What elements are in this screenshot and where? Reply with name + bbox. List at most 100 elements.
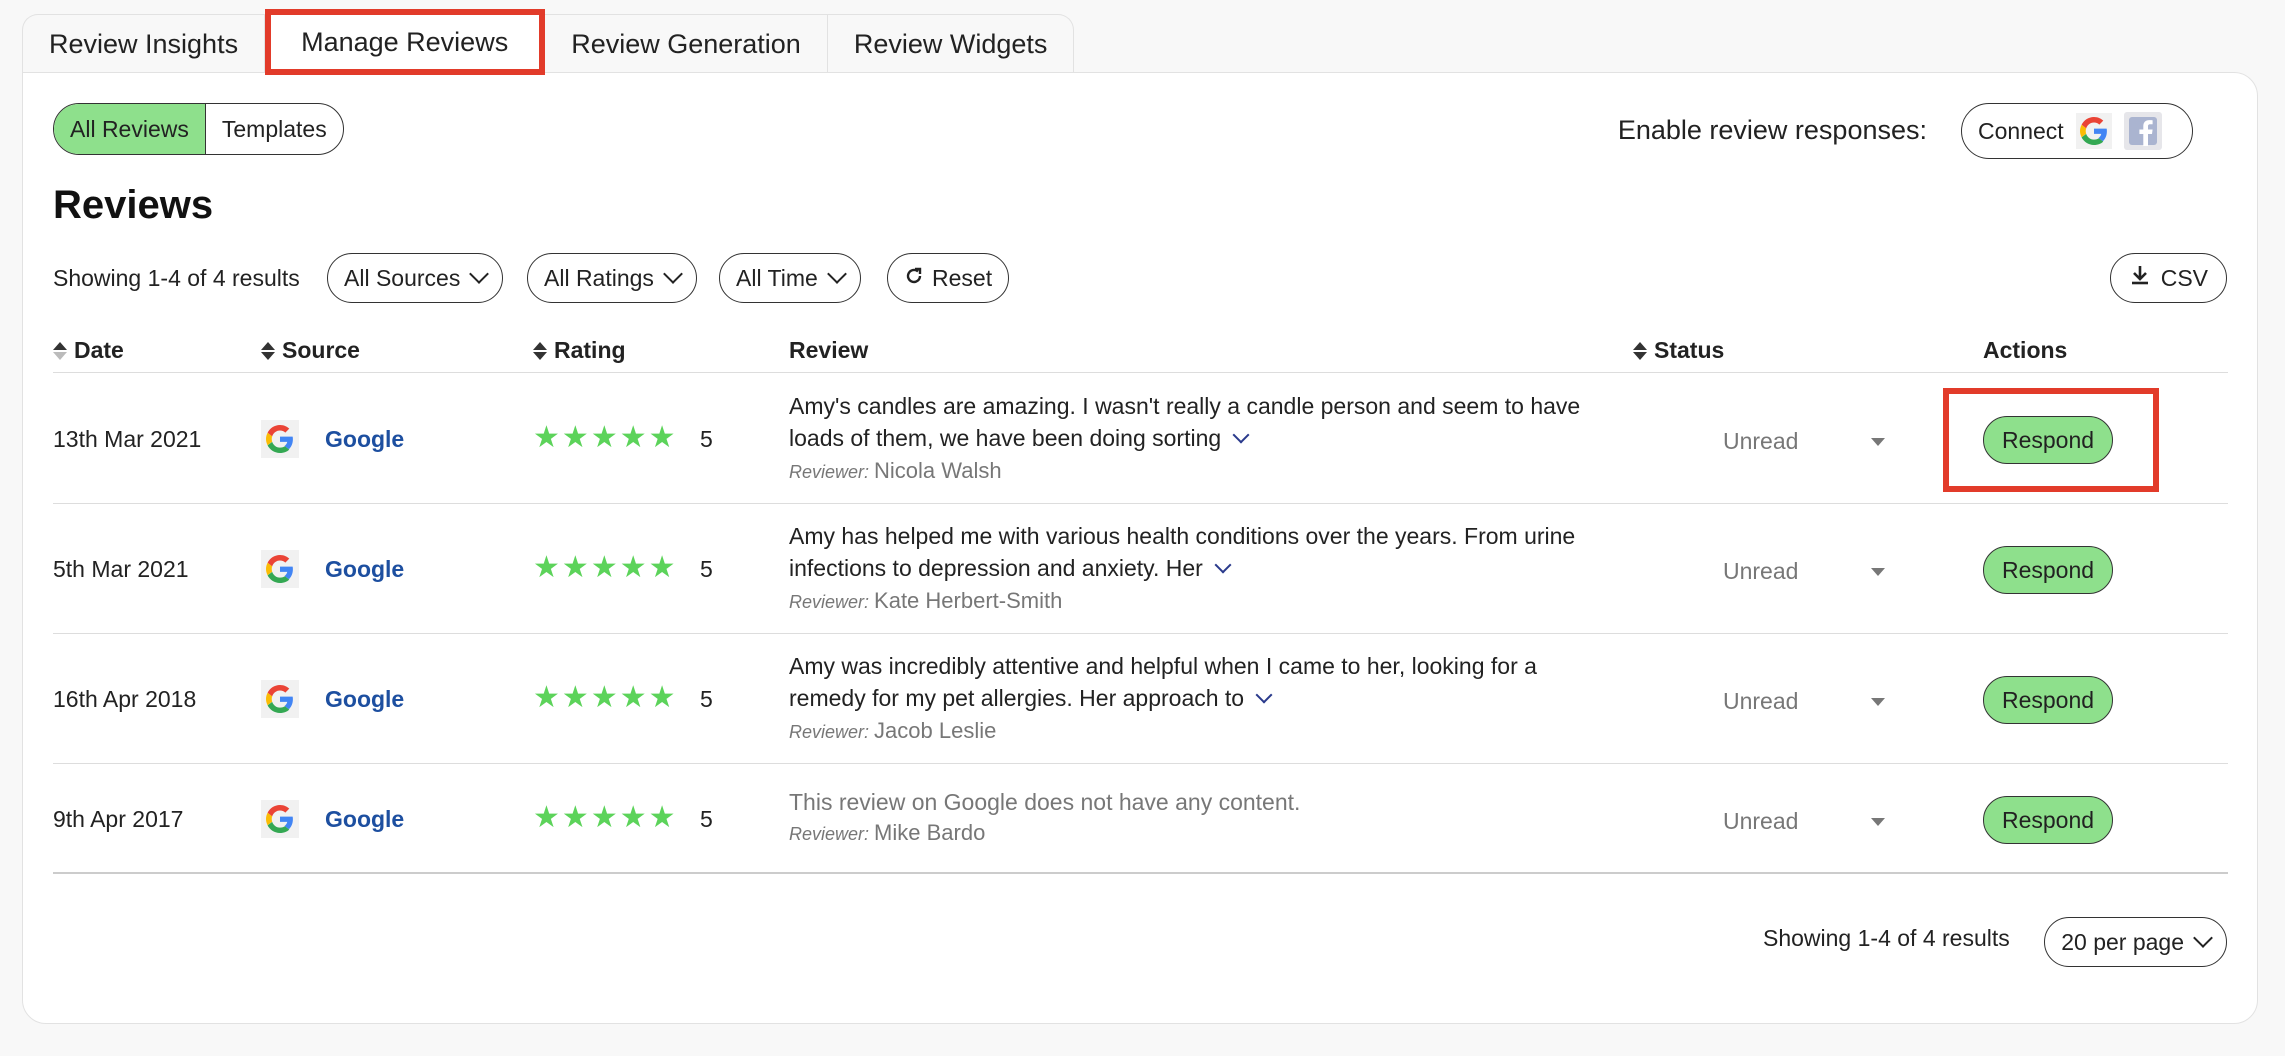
status-value: Unread <box>1723 558 1799 584</box>
status-value: Unread <box>1723 428 1799 454</box>
sources-filter-label: All Sources <box>344 264 461 291</box>
source-column-header[interactable]: Source <box>261 337 360 364</box>
templates-button[interactable]: Templates <box>206 104 343 154</box>
review-text-content: Amy has helped me with various health co… <box>789 523 1576 581</box>
status-column-header[interactable]: Status <box>1633 337 1724 364</box>
rating-header-label: Rating <box>554 337 626 363</box>
star-icon: ★ <box>561 551 589 584</box>
rating-value: 5 <box>700 556 713 582</box>
source-link[interactable]: Google <box>325 426 404 453</box>
source-link[interactable]: Google <box>325 556 404 583</box>
table-row: 16th Apr 2018 Google ★ ★ ★ ★ ★ 5 Amy was inc… <box>53 634 2228 764</box>
respond-button[interactable]: Respond <box>1983 676 2113 724</box>
respond-button[interactable]: Respond <box>1983 796 2113 844</box>
table-row: 13th Mar 2021 Google ★ ★ ★ ★ ★ 5 Amy's candl… <box>53 374 2228 504</box>
google-icon <box>261 800 299 838</box>
review-column-header: Review <box>789 337 868 364</box>
csv-download-button[interactable]: CSV <box>2109 253 2227 303</box>
reviewer: Reviewer: Kate Herbert-Smith <box>789 588 1062 614</box>
google-icon <box>261 680 299 718</box>
rating-value: 5 <box>700 806 713 832</box>
expand-chevron-icon[interactable] <box>1232 426 1250 444</box>
reviewer: Reviewer: Nicola Walsh <box>789 458 1002 484</box>
reset-button[interactable]: Reset <box>887 253 1010 303</box>
page-title: Reviews <box>53 183 214 227</box>
tab-review-generation[interactable]: Review Generation <box>545 15 828 73</box>
reviewer: Reviewer: Mike Bardo <box>789 820 985 846</box>
tab-review-insights[interactable]: Review Insights <box>23 15 266 73</box>
status-dropdown-caret-icon[interactable] <box>1871 818 1885 826</box>
status-value: Unread <box>1723 808 1799 834</box>
source-link[interactable]: Google <box>325 686 404 713</box>
reviewer-label: Reviewer: <box>789 824 870 844</box>
star-icon: ★ <box>619 551 647 584</box>
respond-button[interactable]: Respond <box>1983 416 2113 464</box>
actions-header-label: Actions <box>1983 337 2068 363</box>
table-row: 9th Apr 2017 Google ★ ★ ★ ★ ★ 5 This review … <box>53 764 2228 874</box>
star-icon: ★ <box>561 421 589 454</box>
review-date: 5th Mar 2021 <box>53 556 189 582</box>
rating-column-header[interactable]: Rating <box>533 337 626 364</box>
status-dropdown-caret-icon[interactable] <box>1871 438 1885 446</box>
status-header-label: Status <box>1654 337 1725 363</box>
reviewer-name: Nicola Walsh <box>874 458 1002 483</box>
connect-button[interactable]: Connect <box>1961 103 2193 159</box>
reviewer-label: Reviewer: <box>789 592 870 612</box>
expand-chevron-icon[interactable] <box>1255 686 1273 704</box>
reviewer-name: Jacob Leslie <box>874 718 997 743</box>
table-row: 5th Mar 2021 Google ★ ★ ★ ★ ★ 5 Amy has help… <box>53 504 2228 634</box>
source-link[interactable]: Google <box>325 806 404 833</box>
tab-bar: Review Insights Manage Reviews Review Ge… <box>22 9 1075 75</box>
ratings-filter-label: All Ratings <box>544 264 654 291</box>
review-date: 13th Mar 2021 <box>53 426 202 452</box>
chevron-down-icon <box>2193 928 2213 948</box>
refresh-icon <box>904 265 924 292</box>
sources-filter[interactable]: All Sources <box>327 253 504 303</box>
sort-icon <box>261 341 275 360</box>
rating-value: 5 <box>700 426 713 452</box>
review-date: 9th Apr 2017 <box>53 806 184 832</box>
actions-column-header: Actions <box>1983 337 2067 364</box>
respond-button[interactable]: Respond <box>1983 546 2113 594</box>
review-text-content: Amy's candles are amazing. I wasn't real… <box>789 393 1581 451</box>
star-icon: ★ <box>533 421 560 454</box>
review-text: Amy has helped me with various health co… <box>789 520 1609 584</box>
time-filter[interactable]: All Time <box>719 253 861 303</box>
date-column-header[interactable]: Date <box>53 337 124 364</box>
reviewer-label: Reviewer: <box>789 722 870 742</box>
status-value: Unread <box>1723 688 1799 714</box>
csv-label: CSV <box>2160 264 2208 291</box>
expand-chevron-icon[interactable] <box>1214 556 1232 574</box>
star-icon: ★ <box>590 681 618 714</box>
results-count: Showing 1-4 of 4 results <box>53 265 300 291</box>
status-dropdown-caret-icon[interactable] <box>1871 568 1885 576</box>
star-rating: ★ ★ ★ ★ ★ <box>533 550 676 585</box>
review-text: This review on Google does not have any … <box>789 789 1301 815</box>
sort-icon <box>53 341 67 360</box>
star-icon: ★ <box>533 801 560 834</box>
star-icon: ★ <box>619 801 647 834</box>
tab-review-widgets[interactable]: Review Widgets <box>828 15 1074 73</box>
star-icon: ★ <box>561 801 589 834</box>
per-page-select[interactable]: 20 per page <box>2044 917 2227 967</box>
all-reviews-button[interactable]: All Reviews <box>54 104 206 154</box>
star-icon: ★ <box>590 801 618 834</box>
status-dropdown-caret-icon[interactable] <box>1871 698 1885 706</box>
sort-icon <box>1633 341 1647 360</box>
reviewer: Reviewer: Jacob Leslie <box>789 718 996 744</box>
table-header: Date Source Rating Review Status Actions <box>53 329 2228 373</box>
reset-label: Reset <box>932 264 993 291</box>
ratings-filter[interactable]: All Ratings <box>527 253 697 303</box>
review-text: Amy's candles are amazing. I wasn't real… <box>789 390 1609 454</box>
review-text-content: Amy was incredibly attentive and helpful… <box>789 653 1537 711</box>
per-page-label: 20 per page <box>2061 928 2184 955</box>
enable-responses-label: Enable review responses: <box>1617 115 1927 145</box>
google-icon <box>261 550 299 588</box>
source-header-label: Source <box>282 337 360 363</box>
review-text: Amy was incredibly attentive and helpful… <box>789 650 1609 714</box>
tab-manage-reviews[interactable]: Manage Reviews <box>265 9 546 75</box>
star-icon: ★ <box>648 551 676 584</box>
review-date: 16th Apr 2018 <box>53 686 197 712</box>
star-icon: ★ <box>648 681 676 714</box>
results-count-bottom: Showing 1-4 of 4 results <box>1763 925 2010 951</box>
